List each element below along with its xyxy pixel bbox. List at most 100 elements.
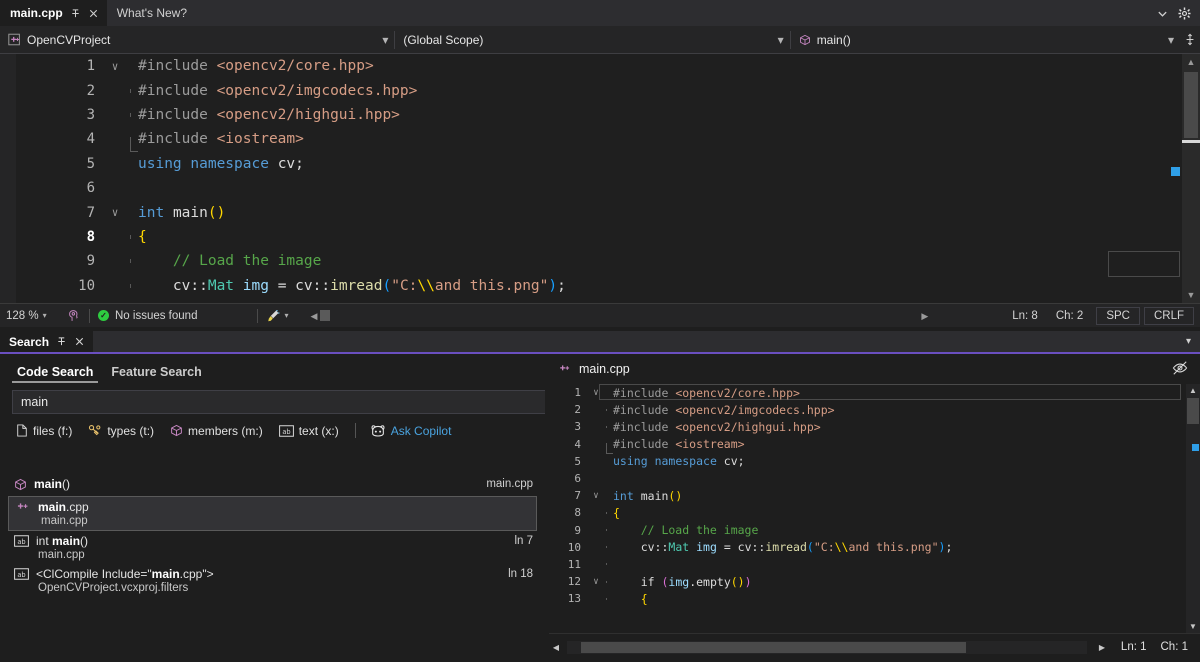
code-text: { — [613, 505, 620, 520]
line-number: 9 — [574, 523, 581, 537]
tab-code-search[interactable]: Code Search — [12, 362, 99, 386]
line-ending-indicator[interactable]: CRLF — [1143, 306, 1194, 325]
code-line[interactable]: 3 #include <opencv2/highgui.hpp> — [549, 418, 1200, 435]
result-title: int main() — [36, 534, 89, 548]
chevron-down-icon[interactable]: ▾ — [284, 311, 288, 320]
split-view-icon[interactable] — [1180, 33, 1200, 46]
visual-studio-window: main.cpp What's New? OpenCVProject ▾ (Gl… — [0, 0, 1200, 662]
tab-search[interactable]: Search — [0, 331, 94, 352]
intellicode-icon[interactable] — [68, 309, 81, 323]
code-line[interactable]: 5 using namespace cv; — [16, 152, 1165, 176]
code-line[interactable]: 9 // Load the image — [549, 522, 1200, 539]
indentation-indicator[interactable]: SPC — [1096, 306, 1140, 325]
search-result-item-selected[interactable]: main.cpp main.cpp — [8, 496, 537, 531]
method-icon — [799, 34, 811, 46]
line-number: 10 — [567, 540, 581, 554]
code-line[interactable]: 5 using namespace cv; — [549, 453, 1200, 470]
member-dropdown[interactable]: main() ▾ — [791, 26, 1180, 54]
chevron-down-icon[interactable]: ▾ — [43, 311, 47, 320]
code-line[interactable]: 11 — [549, 556, 1200, 573]
scroll-down-arrow-icon[interactable]: ▼ — [1182, 287, 1200, 303]
chevron-down-icon[interactable]: ▾ — [1186, 336, 1191, 347]
preview-code-area[interactable]: 1 ∨ #include <opencv2/core.hpp> 2 #include <… — [549, 384, 1200, 633]
code-text: #include <iostream> — [138, 131, 304, 148]
ask-copilot-button[interactable]: Ask Copilot — [370, 424, 451, 438]
code-line[interactable]: 9 // Load the image — [16, 249, 1165, 273]
fold-toggle-icon[interactable]: ∨ — [104, 206, 126, 219]
code-line[interactable]: 2 #include <opencv2/imgcodecs.hpp> — [549, 401, 1200, 418]
code-line[interactable]: 4 #include <iostream> — [549, 436, 1200, 455]
fold-toggle-icon[interactable]: ∨ — [589, 388, 603, 398]
preview-file-header: main.cpp — [549, 354, 1200, 384]
brush-icon[interactable] — [266, 309, 280, 323]
fold-toggle-icon[interactable]: ∨ — [589, 577, 603, 587]
filter-files[interactable]: files (f:) — [16, 424, 72, 438]
code-editor[interactable]: 1 ∨ #include <opencv2/core.hpp> 2 #include <… — [0, 54, 1200, 303]
code-line[interactable]: 8{ — [16, 225, 1165, 249]
hscroll-left-arrow-icon[interactable]: ◀ — [549, 643, 563, 652]
search-result-item[interactable]: ab <ClCompile Include="main.cpp"> ln 18 Ope… — [0, 564, 545, 597]
code-line[interactable]: 6 — [549, 470, 1200, 487]
scrollbar-thumb[interactable] — [581, 641, 966, 653]
filter-text[interactable]: ab text (x:) — [278, 423, 339, 438]
copilot-icon — [370, 424, 386, 438]
code-line[interactable]: 10 cv::Mat img = cv::imread("C:\\and thi… — [549, 539, 1200, 556]
pin-icon[interactable] — [70, 8, 81, 19]
tab-feature-search[interactable]: Feature Search — [106, 362, 206, 386]
code-line[interactable]: 7 ∨ int main() — [549, 487, 1200, 504]
close-icon[interactable] — [88, 8, 99, 19]
search-result-item[interactable]: ab int main() ln 7 main.cpp — [0, 531, 545, 564]
fold-toggle-icon[interactable]: ∨ — [589, 491, 603, 501]
editor-status-right: ▶ Ln: 8 Ch: 2 SPC CRLF — [921, 306, 1200, 325]
code-line[interactable]: 13 { — [549, 590, 1200, 607]
project-dropdown[interactable]: OpenCVProject ▾ — [0, 26, 394, 54]
code-line[interactable]: 10 cv::Mat img = cv::imread("C:\\and thi… — [16, 274, 1165, 298]
scroll-up-arrow-icon[interactable]: ▲ — [1186, 384, 1200, 397]
search-result-item[interactable]: main() main.cpp — [0, 472, 545, 496]
editor-vertical-scrollbar[interactable]: ▲ ▼ — [1182, 54, 1200, 303]
code-line[interactable]: 2 #include <opencv2/imgcodecs.hpp> — [16, 78, 1165, 102]
tab-main-cpp[interactable]: main.cpp — [0, 0, 107, 26]
chevron-down-icon[interactable]: ▾ — [1160, 33, 1174, 47]
scrollbar-thumb[interactable] — [1184, 72, 1198, 138]
filter-label: text (x:) — [298, 423, 339, 438]
tab-strip-actions — [1157, 0, 1200, 26]
code-line[interactable]: 8{ — [549, 504, 1200, 521]
code-line[interactable]: 6 — [16, 176, 1165, 200]
zoom-control[interactable]: 128 % ▾ — [0, 310, 66, 322]
filter-members[interactable]: members (m:) — [170, 424, 263, 438]
code-line[interactable]: 4 #include <iostream> — [16, 127, 1165, 153]
line-number: 11 — [567, 557, 581, 571]
hscroll-right-arrow-icon[interactable]: ▶ — [1095, 643, 1109, 652]
eye-off-icon[interactable] — [1172, 360, 1188, 376]
preview-horizontal-scrollbar[interactable] — [567, 640, 1087, 654]
code-line[interactable]: 3 #include <opencv2/highgui.hpp> — [16, 103, 1165, 127]
result-title-row: ab int main() ln 7 — [14, 534, 533, 548]
chevron-down-icon[interactable] — [1157, 8, 1168, 19]
filter-types[interactable]: types (t:) — [88, 424, 154, 438]
code-line[interactable]: 1 ∨ #include <opencv2/core.hpp> — [549, 384, 1200, 401]
code-line[interactable]: 7 ∨ int main() — [16, 200, 1165, 224]
line-number: 8 — [574, 506, 581, 520]
fold-toggle-icon[interactable]: ∨ — [104, 60, 126, 73]
scroll-down-arrow-icon[interactable]: ▼ — [1186, 620, 1200, 633]
hscroll-thumb[interactable] — [320, 310, 331, 321]
scrollbar-thumb[interactable] — [1187, 398, 1199, 424]
tab-whats-new[interactable]: What's New? — [106, 0, 195, 26]
pin-icon[interactable] — [56, 336, 67, 347]
search-results-list[interactable]: main() main.cpp main.cpp main.cpp ab int main… — [0, 472, 545, 660]
chevron-down-icon[interactable]: ▾ — [770, 33, 784, 47]
editor-text-area[interactable]: 1 ∨ #include <opencv2/core.hpp> 2 #include <… — [16, 54, 1165, 303]
scroll-up-arrow-icon[interactable]: ▲ — [1182, 54, 1200, 70]
close-icon[interactable] — [74, 336, 85, 347]
preview-vertical-scrollbar[interactable]: ▲ ▼ — [1186, 384, 1200, 633]
code-text: #include <opencv2/core.hpp> — [138, 58, 374, 75]
scope-dropdown[interactable]: (Global Scope) ▾ — [395, 26, 789, 54]
result-title-row: ab <ClCompile Include="main.cpp"> ln 18 — [14, 567, 533, 581]
navigation-bar: OpenCVProject ▾ (Global Scope) ▾ main() … — [0, 26, 1200, 54]
code-line[interactable]: 1 ∨ #include <opencv2/core.hpp> — [16, 54, 1165, 78]
text-abl-icon: ab — [278, 424, 294, 437]
code-line[interactable]: 12 ∨ if (img.empty()) — [549, 573, 1200, 590]
chevron-down-icon[interactable]: ▾ — [374, 33, 388, 47]
gear-icon[interactable] — [1178, 6, 1191, 20]
